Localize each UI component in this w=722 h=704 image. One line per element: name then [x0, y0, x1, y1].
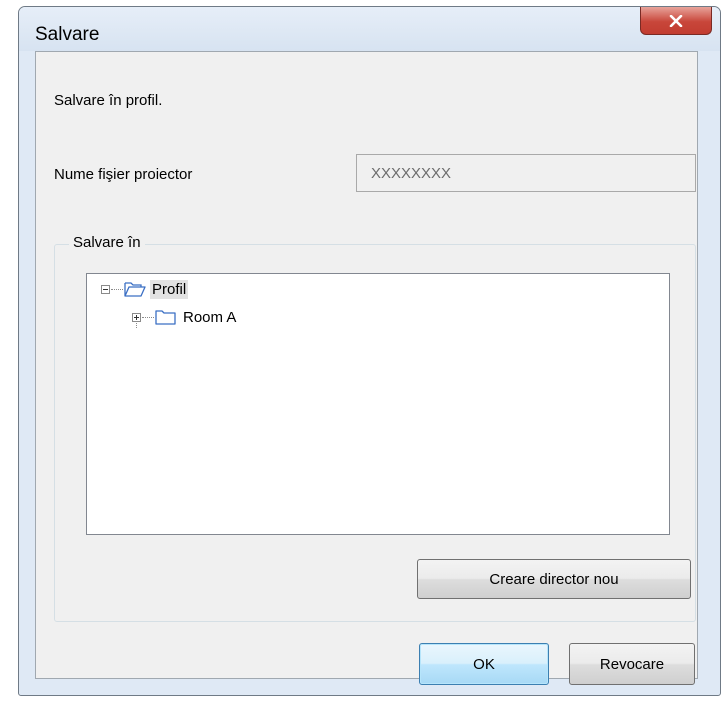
- tree-label-profil[interactable]: Profil: [150, 279, 189, 299]
- folder-tree[interactable]: Profil Room A: [86, 273, 670, 535]
- save-dialog: Salvare Salvare în profil. Nume fişier p…: [18, 6, 721, 696]
- window-title: Salvare: [35, 24, 100, 45]
- folder-icon: [155, 310, 176, 325]
- intro-text: Salvare în profil.: [54, 92, 163, 109]
- tree-connector: [142, 316, 154, 318]
- create-folder-button[interactable]: Creare director nou: [417, 559, 691, 599]
- close-icon: [669, 14, 683, 27]
- collapse-icon[interactable]: [101, 284, 110, 294]
- file-name-label: Nume fişier proiector: [54, 166, 193, 183]
- tree-connector: [111, 288, 123, 290]
- title-bar[interactable]: Salvare: [19, 7, 720, 51]
- tree-node-profil[interactable]: Profil: [101, 278, 189, 300]
- cancel-button[interactable]: Revocare: [569, 643, 695, 685]
- save-in-group: Salvare în Profil Room A Creare director…: [54, 234, 696, 622]
- dialog-body: Salvare în profil. Nume fişier proiector…: [35, 51, 698, 685]
- tree-label-room-a[interactable]: Room A: [181, 308, 238, 327]
- ok-button[interactable]: OK: [419, 643, 549, 685]
- close-button[interactable]: [640, 7, 712, 35]
- folder-open-icon: [124, 282, 146, 297]
- file-name-field[interactable]: [356, 154, 696, 192]
- tree-node-room-a[interactable]: Room A: [132, 306, 238, 328]
- save-in-legend: Salvare în: [69, 234, 145, 251]
- expand-icon[interactable]: [132, 312, 141, 322]
